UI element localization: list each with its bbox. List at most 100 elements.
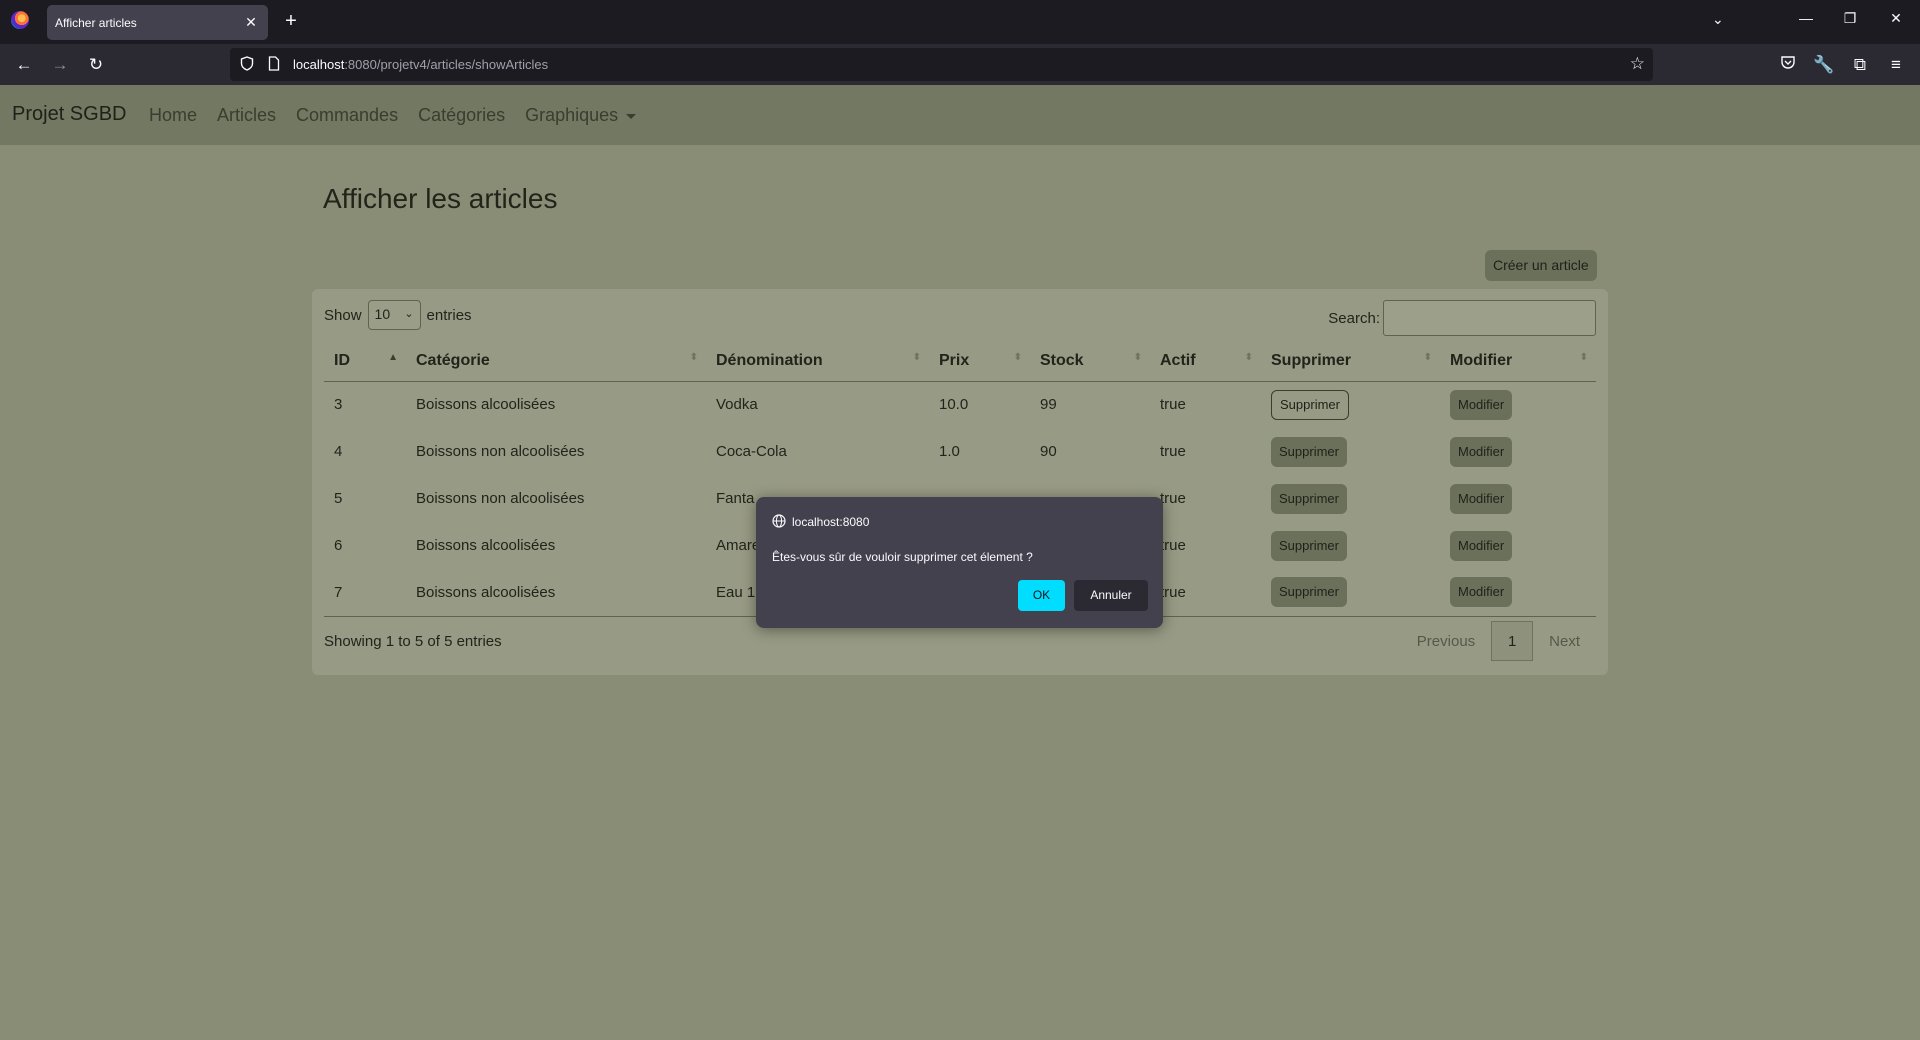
pagination-page-1[interactable]: 1 [1491, 621, 1534, 661]
entries-label: entries [426, 306, 472, 324]
dialog-message: Êtes-vous sûr de vouloir supprimer cet é… [772, 550, 1033, 564]
col-header-actif-label: Actif [1160, 351, 1196, 369]
tracking-shield-icon[interactable] [240, 56, 254, 74]
col-header-prix[interactable]: Prix ⬍ [929, 341, 1030, 382]
restore-window-icon[interactable]: ❐ [1840, 10, 1860, 27]
select-chevron-icon: ⌄ [404, 308, 414, 320]
nav-home[interactable]: Home [149, 105, 197, 126]
sort-both-icon: ⬍ [1423, 352, 1432, 363]
bookmark-star-icon[interactable]: ☆ [1630, 54, 1645, 74]
nav-articles[interactable]: Articles [217, 105, 276, 126]
pagination: Previous 1 Next [1401, 621, 1596, 661]
cell-prix: 10.0 [939, 396, 969, 414]
extensions-puzzle-icon[interactable]: ⧉ [1849, 54, 1871, 76]
edit-button[interactable]: Modifier [1450, 389, 1513, 420]
cell-categorie: Boissons non alcoolisées [416, 443, 585, 460]
col-header-supprimer-label: Supprimer [1271, 351, 1352, 369]
edit-button[interactable]: Modifier [1450, 530, 1513, 561]
close-window-icon[interactable]: ✕ [1886, 10, 1906, 27]
wrench-icon[interactable]: 🔧 [1813, 54, 1835, 76]
cell-id: 3 [334, 396, 343, 414]
table-row: 3 Boissons alcoolisées Vodka 10.0 99 tru… [324, 381, 1596, 428]
edit-button[interactable]: Modifier [1450, 483, 1513, 514]
delete-button[interactable]: Supprimer [1271, 483, 1347, 514]
page-size-value: 10 [374, 306, 391, 322]
url-text[interactable]: localhost:8080/projetv4/articles/showArt… [293, 57, 548, 72]
sort-both-icon: ⬍ [912, 352, 921, 363]
cell-denomination: Coca-Cola [716, 443, 787, 460]
dialog-cancel-button[interactable]: Annuler [1074, 580, 1148, 611]
back-arrow-icon[interactable]: ← [13, 54, 35, 76]
col-header-modifier[interactable]: Modifier ⬍ [1440, 341, 1596, 382]
cell-id: 4 [334, 443, 343, 460]
confirm-dialog: localhost:8080 Êtes-vous sûr de vouloir … [756, 497, 1163, 628]
tab-title: Afficher articles [55, 16, 137, 30]
cell-categorie: Boissons alcoolisées [416, 537, 556, 554]
sort-both-icon: ⬍ [689, 352, 698, 363]
page-length-control: Show 10 ⌄ entries [324, 300, 472, 330]
cell-categorie: Boissons alcoolisées [416, 396, 556, 414]
delete-button[interactable]: Supprimer [1271, 530, 1347, 561]
reload-icon[interactable]: ↻ [85, 54, 107, 76]
sort-both-icon: ⬍ [1013, 352, 1022, 363]
cell-modifier: Modifier [1440, 475, 1596, 522]
pagination-next[interactable]: Next [1533, 633, 1596, 650]
edit-button[interactable]: Modifier [1450, 577, 1513, 608]
new-tab-plus-icon[interactable]: + [280, 10, 302, 32]
col-header-categorie[interactable]: Catégorie ⬍ [406, 341, 706, 382]
delete-button[interactable]: Supprimer [1271, 436, 1347, 467]
search-label: Search: [1328, 309, 1380, 327]
hamburger-menu-icon[interactable]: ≡ [1885, 54, 1907, 76]
cell-stock: 99 [1040, 396, 1057, 414]
col-header-denomination-label: Dénomination [716, 351, 823, 369]
cell-supprimer: Supprimer [1261, 428, 1440, 475]
delete-button[interactable]: Supprimer [1271, 577, 1347, 608]
cell-modifier: Modifier [1440, 522, 1596, 569]
delete-button[interactable]: Supprimer [1271, 389, 1349, 420]
pocket-icon[interactable] [1777, 54, 1799, 76]
cell-stock: 90 [1040, 443, 1057, 460]
tab-close-icon[interactable]: ✕ [242, 13, 260, 31]
cell-supprimer: Supprimer [1261, 522, 1440, 569]
table-header-row: ID ▲ Catégorie ⬍ Dénomination ⬍ Prix ⬍ Stock… [324, 341, 1596, 382]
cell-categorie: Boissons alcoolisées [406, 569, 706, 617]
cell-actif: true [1160, 396, 1186, 414]
browser-tab-active[interactable]: Afficher articles ✕ [47, 5, 268, 40]
sort-asc-icon: ▲ [388, 352, 398, 363]
nav-categories[interactable]: Catégories [418, 105, 505, 126]
col-header-id[interactable]: ID ▲ [324, 341, 406, 382]
search-input[interactable] [1383, 300, 1596, 336]
cell-supprimer: Supprimer [1261, 569, 1440, 617]
create-article-button[interactable]: Créer un article [1485, 250, 1597, 281]
forward-arrow-icon[interactable]: → [49, 54, 71, 76]
col-header-denomination[interactable]: Dénomination ⬍ [706, 341, 929, 382]
table-info: Showing 1 to 5 of 5 entries [324, 633, 502, 650]
cell-actif: true [1160, 537, 1186, 554]
col-header-modifier-label: Modifier [1450, 351, 1513, 369]
pagination-previous[interactable]: Previous [1401, 633, 1491, 650]
edit-button[interactable]: Modifier [1450, 436, 1513, 467]
nav-commandes[interactable]: Commandes [296, 105, 398, 126]
cell-id: 7 [324, 569, 406, 617]
cell-actif: true [1150, 569, 1261, 617]
minimize-window-icon[interactable]: — [1796, 10, 1816, 26]
cell-modifier: Modifier [1440, 428, 1596, 475]
url-path: :8080/projetv4/articles/showArticles [344, 57, 549, 72]
page-size-select[interactable]: 10 ⌄ [367, 300, 421, 330]
cell-supprimer: Supprimer [1261, 475, 1440, 522]
cell-id: 5 [334, 490, 343, 507]
col-header-supprimer[interactable]: Supprimer ⬍ [1261, 341, 1440, 382]
nav-graphiques-dropdown[interactable]: Graphiques [525, 105, 637, 126]
brand-link[interactable]: Projet SGBD [12, 103, 126, 126]
firefox-logo-icon[interactable] [11, 11, 29, 29]
col-header-stock[interactable]: Stock ⬍ [1030, 341, 1150, 382]
page-info-icon[interactable] [268, 56, 280, 74]
list-all-tabs-chevron-icon[interactable]: ⌄ [1712, 11, 1724, 28]
cell-id: 6 [334, 537, 343, 554]
browser-tab-bar: Afficher articles ✕ + ⌄ — ❐ ✕ [0, 0, 1920, 44]
address-bar[interactable]: localhost:8080/projetv4/articles/showArt… [230, 48, 1653, 81]
url-host: localhost [293, 57, 345, 72]
cell-modifier: Modifier [1440, 569, 1596, 617]
dialog-ok-button[interactable]: OK [1018, 580, 1065, 611]
col-header-actif[interactable]: Actif ⬍ [1150, 341, 1261, 382]
